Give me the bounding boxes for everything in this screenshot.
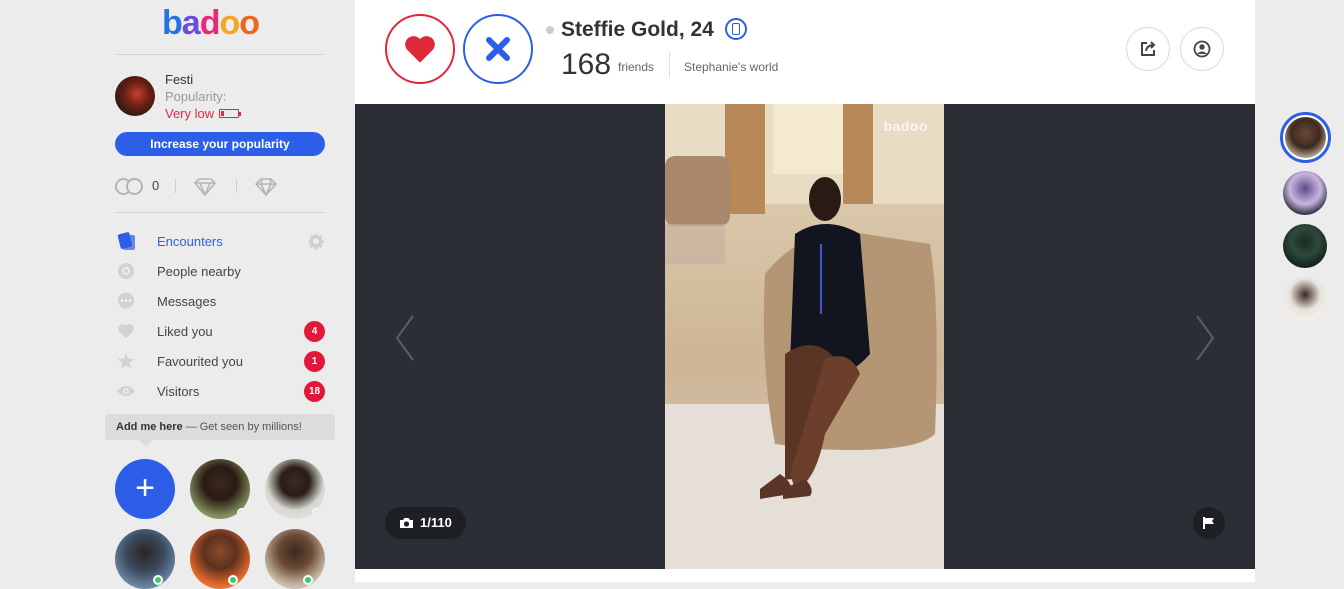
photo-counter-text: 1/110 (420, 515, 452, 530)
gear-icon[interactable] (307, 232, 325, 250)
star-icon (115, 351, 137, 371)
nav-label: People nearby (157, 263, 241, 279)
profile-name-age: Steffie Gold, 24 (561, 18, 714, 41)
nav-liked-you[interactable]: Liked you 4 (115, 316, 330, 346)
spotlight-user-thumb[interactable] (190, 459, 250, 519)
premium-diamond-icon[interactable] (254, 178, 278, 196)
coins-icon[interactable] (115, 178, 145, 195)
liked-you-badge: 4 (304, 321, 325, 342)
super-powers-icon[interactable] (193, 178, 217, 196)
favourited-you-badge: 1 (304, 351, 325, 372)
chat-bubble-icon (115, 291, 137, 311)
nav-visitors[interactable]: Visitors 18 (115, 376, 330, 406)
online-indicator (312, 508, 322, 518)
add-me-here-tooltip: Add me here — Get seen by millions! (105, 414, 335, 446)
badoo-logo[interactable]: badoo (162, 4, 260, 43)
photo-gallery: badoo 1/110 (355, 104, 1255, 569)
user-profile-icon (1193, 40, 1211, 58)
chevron-right-icon[interactable] (1193, 314, 1217, 362)
mobile-verified-icon[interactable] (725, 18, 747, 40)
spotlight-user-thumb[interactable] (190, 529, 250, 589)
popularity-battery-icon (219, 109, 241, 118)
queue-thumb[interactable] (1283, 171, 1327, 215)
queue-thumb[interactable] (1283, 277, 1327, 321)
nav-favourited-you[interactable]: Favourited you 1 (115, 346, 330, 376)
flag-icon (1203, 517, 1214, 529)
nav-people-nearby[interactable]: People nearby (115, 256, 330, 286)
divider (669, 52, 670, 78)
divider (236, 179, 237, 193)
spotlight-user-thumb[interactable] (115, 529, 175, 589)
chevron-left-icon[interactable] (393, 314, 417, 362)
friends-label: friends (618, 60, 655, 74)
badoo-watermark: badoo (883, 118, 928, 134)
online-indicator (237, 508, 247, 518)
add-to-spotlight-button[interactable]: + (115, 459, 175, 519)
world-label[interactable]: Stephanie's world (684, 60, 778, 74)
heart-icon (405, 36, 435, 63)
spotlight-user-thumb[interactable] (265, 529, 325, 589)
nav-encounters[interactable]: Encounters (115, 226, 330, 256)
close-icon (486, 37, 510, 61)
profile-photo[interactable]: badoo (665, 104, 944, 569)
share-icon (1141, 41, 1156, 56)
sidebar: badoo Festi Popularity: Very low Increas… (0, 0, 340, 589)
eye-icon (115, 381, 137, 401)
friends-count: 168 (561, 48, 612, 81)
photo-counter[interactable]: 1/110 (385, 507, 466, 539)
add-me-text: — Get seen by millions! (182, 421, 302, 433)
pass-button[interactable] (463, 14, 533, 84)
popularity-value: Very low (165, 106, 215, 121)
share-button[interactable] (1126, 27, 1170, 71)
online-indicator (153, 575, 163, 585)
user-name[interactable]: Festi (165, 72, 193, 87)
encounter-card: Steffie Gold, 24 168 friends Stephanie's… (355, 0, 1255, 582)
online-indicator (228, 575, 238, 585)
user-avatar[interactable] (115, 76, 155, 116)
queue-thumb[interactable] (1283, 224, 1327, 268)
credits-count: 0 (152, 178, 160, 193)
like-button[interactable] (385, 14, 455, 84)
divider (115, 54, 325, 55)
queue-thumb-current[interactable] (1280, 112, 1331, 163)
nav-messages[interactable]: Messages (115, 286, 330, 316)
increase-popularity-button[interactable]: Increase your popularity (115, 132, 325, 156)
nav-label: Favourited you (157, 353, 243, 369)
main-nav: Encounters People nearby Messages Liked … (115, 226, 330, 406)
add-me-bold: Add me here (116, 421, 183, 433)
credits-bar: 0 (115, 176, 335, 196)
photo-illustration (665, 104, 944, 569)
online-indicator (303, 575, 313, 585)
popularity-label: Popularity: (165, 89, 227, 104)
heart-icon (115, 321, 137, 341)
nav-label: Liked you (157, 323, 213, 339)
offline-status-dot (546, 26, 554, 34)
view-profile-button[interactable] (1180, 27, 1224, 71)
divider (115, 212, 325, 213)
report-button[interactable] (1193, 507, 1225, 539)
visitors-badge: 18 (304, 381, 325, 402)
divider (175, 179, 176, 193)
camera-icon (400, 518, 413, 528)
nav-label: Messages (157, 293, 217, 309)
spotlight-user-thumb[interactable] (265, 459, 325, 519)
nav-label: Encounters (157, 233, 223, 249)
location-target-icon (115, 261, 137, 281)
nav-label: Visitors (157, 383, 200, 399)
encounters-cards-icon (115, 231, 137, 251)
plus-icon: + (135, 469, 155, 507)
